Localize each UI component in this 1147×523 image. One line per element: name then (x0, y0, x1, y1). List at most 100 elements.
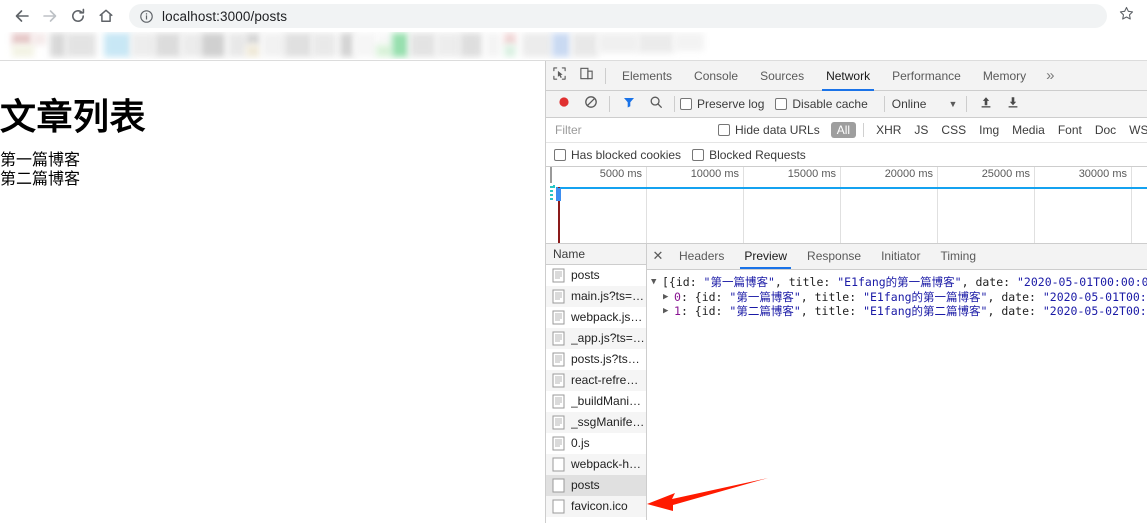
json-line[interactable]: ▼ [{id: "第一篇博客", title: "E1fang的第一篇博客", … (651, 275, 1147, 290)
bookmark-item[interactable] (572, 33, 598, 57)
bookmark-item[interactable] (131, 33, 155, 57)
has-blocked-cookies-option[interactable]: Has blocked cookies (554, 148, 681, 162)
hide-data-urls-option[interactable]: Hide data URLs (718, 123, 820, 137)
bookmarks-bar[interactable] (0, 32, 1147, 59)
tab-memory[interactable]: Memory (972, 61, 1037, 91)
bookmark-item[interactable] (504, 45, 516, 57)
tab-sources[interactable]: Sources (749, 61, 815, 91)
request-row[interactable]: posts.js?ts… (546, 349, 646, 370)
filter-type-all[interactable]: All (830, 122, 857, 138)
request-list-header[interactable]: Name (546, 244, 646, 265)
bookmark-item[interactable] (460, 33, 482, 57)
bookmark-item[interactable] (12, 33, 32, 45)
expand-triangle-icon[interactable]: ▶ (663, 304, 674, 319)
bookmark-item[interactable] (246, 33, 260, 45)
tab-performance[interactable]: Performance (881, 61, 972, 91)
bookmark-item[interactable] (598, 33, 638, 53)
disable-cache-option[interactable]: Disable cache (775, 97, 868, 111)
bookmark-item[interactable] (376, 45, 392, 57)
bookmark-item[interactable] (66, 33, 96, 57)
chevron-double-right-icon[interactable]: » (1037, 61, 1063, 91)
filter-type-css[interactable]: CSS (935, 122, 972, 138)
tab-preview[interactable]: Preview (734, 244, 797, 269)
network-timeline-overview[interactable]: 5000 ms 10000 ms 15000 ms 20000 ms 25000… (546, 167, 1147, 244)
request-row[interactable]: webpack-h… (546, 454, 646, 475)
bookmark-item[interactable] (50, 33, 66, 57)
bookmark-item[interactable] (201, 33, 225, 57)
tab-response[interactable]: Response (797, 244, 871, 269)
back-button[interactable] (8, 2, 36, 30)
bookmark-item[interactable] (228, 33, 246, 57)
clear-button[interactable] (577, 91, 604, 117)
close-icon[interactable]: ✕ (647, 244, 669, 269)
bookmark-item[interactable] (104, 33, 131, 57)
blocked-requests-option[interactable]: Blocked Requests (692, 148, 806, 162)
blocked-requests-checkbox[interactable] (692, 148, 705, 161)
inspect-element-button[interactable] (546, 63, 573, 89)
home-button[interactable] (92, 2, 120, 30)
request-row[interactable]: favicon.ico (546, 496, 646, 517)
tab-initiator[interactable]: Initiator (871, 244, 930, 269)
address-bar[interactable]: localhost:3000/posts (129, 4, 1107, 28)
bookmark-item[interactable] (392, 33, 408, 57)
info-circle-icon[interactable] (139, 9, 154, 24)
tab-network[interactable]: Network (815, 61, 881, 91)
bookmark-item[interactable] (312, 33, 336, 57)
request-row[interactable]: 0.js (546, 433, 646, 454)
filter-type-font[interactable]: Font (1052, 122, 1088, 138)
tab-headers[interactable]: Headers (669, 244, 734, 269)
tab-elements[interactable]: Elements (611, 61, 683, 91)
request-row[interactable]: react-refre… (546, 370, 646, 391)
request-row[interactable]: _app.js?ts=… (546, 328, 646, 349)
export-har-button[interactable] (999, 91, 1026, 117)
bookmark-star-button[interactable] (1113, 3, 1139, 29)
filter-type-xhr[interactable]: XHR (870, 122, 907, 138)
bookmark-item[interactable] (552, 33, 570, 57)
bookmark-item[interactable] (522, 33, 552, 57)
throttling-dropdown[interactable]: Online ▼ (892, 97, 958, 111)
bookmark-item[interactable] (436, 33, 460, 57)
filter-type-img[interactable]: Img (973, 122, 1005, 138)
json-line[interactable]: ▶ 1: {id: "第二篇博客", title: "E1fang的第二篇博客"… (651, 304, 1147, 319)
forward-button[interactable] (36, 2, 64, 30)
hide-data-urls-checkbox[interactable] (718, 124, 730, 136)
bookmark-item[interactable] (155, 33, 181, 57)
bookmark-item[interactable] (181, 33, 201, 57)
record-button[interactable] (550, 91, 577, 117)
bookmark-item[interactable] (262, 33, 284, 57)
filter-type-js[interactable]: JS (908, 122, 934, 138)
bookmark-item[interactable] (246, 45, 260, 57)
bookmark-item[interactable] (504, 33, 516, 45)
preserve-log-option[interactable]: Preserve log (680, 97, 764, 111)
import-har-button[interactable] (972, 91, 999, 117)
filter-input[interactable] (550, 120, 710, 140)
json-line[interactable]: ▶ 0: {id: "第一篇博客", title: "E1fang的第一篇博客"… (651, 290, 1147, 305)
tab-console[interactable]: Console (683, 61, 749, 91)
request-row[interactable]: _buildMani… (546, 391, 646, 412)
bookmark-item[interactable] (376, 33, 392, 45)
filter-type-ws[interactable]: WS (1123, 122, 1147, 138)
bookmark-item[interactable] (284, 33, 312, 57)
bookmark-item[interactable] (12, 45, 34, 57)
bookmark-item[interactable] (410, 33, 436, 57)
request-row[interactable]: main.js?ts=… (546, 286, 646, 307)
bookmark-item[interactable] (486, 33, 500, 57)
collapse-triangle-icon[interactable]: ▼ (651, 275, 662, 290)
request-row[interactable]: _ssgManife… (546, 412, 646, 433)
bookmark-item[interactable] (340, 33, 354, 57)
device-toolbar-toggle-button[interactable] (573, 63, 600, 89)
expand-triangle-icon[interactable]: ▶ (663, 290, 674, 305)
bookmark-item[interactable] (674, 33, 704, 51)
post-link[interactable]: 第二篇博客 (0, 170, 80, 189)
has-blocked-cookies-checkbox[interactable] (554, 148, 566, 161)
bookmark-item[interactable] (354, 33, 376, 57)
disable-cache-checkbox[interactable] (775, 98, 788, 110)
bookmark-item[interactable] (32, 33, 46, 45)
preserve-log-checkbox[interactable] (680, 98, 692, 110)
bookmark-item[interactable] (638, 33, 674, 53)
filter-toggle-button[interactable] (615, 91, 642, 117)
post-link[interactable]: 第一篇博客 (0, 151, 80, 170)
filter-type-media[interactable]: Media (1006, 122, 1051, 138)
request-row[interactable]: webpack.js… (546, 307, 646, 328)
search-button[interactable] (642, 91, 669, 117)
